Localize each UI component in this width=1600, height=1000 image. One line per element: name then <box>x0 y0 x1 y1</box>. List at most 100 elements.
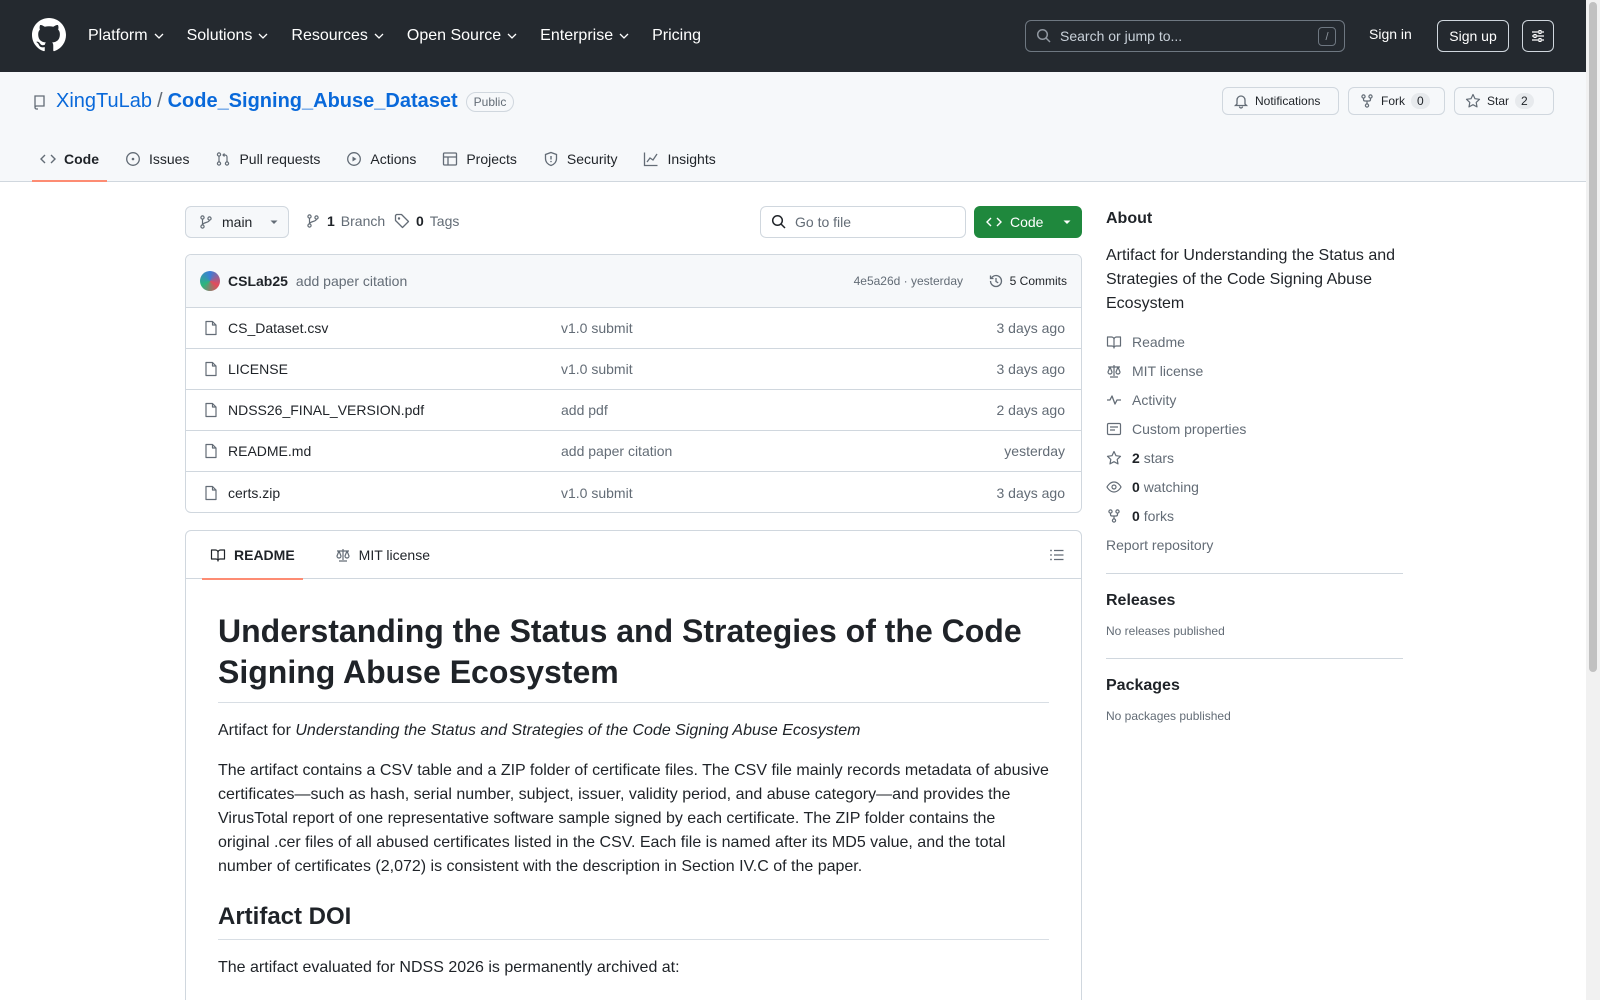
nav-resources[interactable]: Resources <box>291 27 384 45</box>
nav-solutions[interactable]: Solutions <box>187 27 269 45</box>
notifications-button[interactable]: Notifications <box>1222 87 1339 115</box>
file-name[interactable]: CS_Dataset.csv <box>228 320 328 336</box>
report-repository-link[interactable]: Report repository <box>1106 537 1403 553</box>
watching-count: 0 <box>1132 478 1140 495</box>
tab-insights[interactable]: Insights <box>635 136 723 182</box>
caret-down-icon <box>1063 220 1071 224</box>
chevron-down-icon <box>154 33 164 39</box>
activity-link[interactable]: Activity <box>1106 390 1403 409</box>
latest-commit: CSLab25 add paper citation 4e5a26d · yes… <box>186 255 1081 308</box>
stars-link[interactable]: 2 stars <box>1106 448 1403 467</box>
tab-security[interactable]: Security <box>535 136 626 182</box>
scrollbar-thumb[interactable] <box>1589 2 1597 672</box>
tab-issues[interactable]: Issues <box>117 136 197 182</box>
commit-hash-time[interactable]: 4e5a26d · yesterday <box>854 274 963 288</box>
commit-author[interactable]: CSLab25 <box>228 273 288 289</box>
file-icon <box>205 320 217 336</box>
commit-message[interactable]: add paper citation <box>296 273 407 289</box>
nav-open-source[interactable]: Open Source <box>407 27 517 45</box>
nav-label: Solutions <box>186 27 253 44</box>
repo-title: XingTuLab / Code_Signing_Abuse_Dataset P… <box>32 90 515 113</box>
sliders-icon <box>1532 30 1544 42</box>
file-name[interactable]: certs.zip <box>228 485 280 501</box>
search-placeholder: Search or jump to... <box>1060 28 1183 44</box>
readme-intro: Artifact for Understanding the Status an… <box>218 719 1049 743</box>
tab-pull-requests[interactable]: Pull requests <box>207 136 328 182</box>
book-icon <box>1106 335 1122 349</box>
tab-license[interactable]: MIT license <box>327 531 438 579</box>
search-icon <box>771 214 786 229</box>
readme-title: Understanding the Status and Strategies … <box>218 611 1049 703</box>
file-time: 3 days ago <box>996 320 1066 336</box>
packages-title[interactable]: Packages <box>1106 677 1403 695</box>
branch-icon <box>200 215 212 229</box>
sign-up-button[interactable]: Sign up <box>1437 20 1509 52</box>
fork-icon <box>1361 94 1373 108</box>
file-name[interactable]: README.md <box>228 443 311 459</box>
search-input[interactable]: Search or jump to... / <box>1025 20 1345 52</box>
pull-request-icon <box>217 152 230 166</box>
nav-pricing[interactable]: Pricing <box>652 27 701 45</box>
forks-text: 0 forks <box>1132 508 1174 524</box>
branch-select[interactable]: main <box>185 206 289 238</box>
menu-button[interactable] <box>1522 20 1554 52</box>
license-link[interactable]: MIT license <box>1106 361 1403 380</box>
file-name[interactable]: LICENSE <box>228 361 288 377</box>
file-row[interactable]: CS_Dataset.csv v1.0 submit 3 days ago <box>186 308 1081 349</box>
branch-name: main <box>222 214 253 230</box>
tags-link[interactable]: 0 Tags <box>394 213 459 229</box>
github-logo-icon[interactable] <box>32 18 66 52</box>
file-commit-message[interactable]: v1.0 submit <box>561 361 633 377</box>
file-commit-message[interactable]: add pdf <box>561 402 608 418</box>
eye-icon <box>1106 480 1122 493</box>
tab-actions[interactable]: Actions <box>338 136 424 182</box>
shield-icon <box>544 151 558 167</box>
repo-owner-link[interactable]: XingTuLab <box>56 90 152 113</box>
go-to-file-placeholder: Go to file <box>795 214 852 230</box>
sign-in-link[interactable]: Sign in <box>1369 26 1412 42</box>
avatar[interactable] <box>200 271 220 291</box>
file-commit-message[interactable]: v1.0 submit <box>561 485 633 501</box>
list-icon[interactable] <box>1049 547 1065 563</box>
pulse-icon <box>1107 394 1121 405</box>
tab-readme[interactable]: README <box>202 531 303 580</box>
chevron-down-icon <box>258 33 268 39</box>
tag-icon <box>394 213 410 229</box>
search-shortcut-key: / <box>1318 27 1336 46</box>
bell-icon <box>1233 95 1249 109</box>
file-row[interactable]: NDSS26_FINAL_VERSION.pdf add pdf 2 days … <box>186 390 1081 431</box>
code-button[interactable]: Code <box>974 206 1082 238</box>
watching-link[interactable]: 0 watching <box>1106 477 1403 496</box>
history-icon <box>989 274 1002 288</box>
file-commit-message[interactable]: add paper citation <box>561 443 672 459</box>
file-commit-message[interactable]: v1.0 submit <box>561 320 633 336</box>
watching-text: 0 watching <box>1132 479 1199 495</box>
nav-enterprise[interactable]: Enterprise <box>540 27 629 45</box>
releases-title[interactable]: Releases <box>1106 592 1403 610</box>
commits-link[interactable]: 5 Commits <box>988 273 1067 289</box>
star-button[interactable]: Star 2 <box>1454 87 1554 115</box>
branches-link[interactable]: 1 Branch <box>305 213 385 229</box>
fork-count: 0 <box>1411 93 1430 109</box>
commits-count: 5 Commits <box>1009 274 1067 288</box>
custom-properties-link[interactable]: Custom properties <box>1106 419 1403 438</box>
nav-platform[interactable]: Platform <box>88 27 164 45</box>
go-to-file-input[interactable]: Go to file <box>760 206 966 238</box>
file-icon <box>205 402 217 418</box>
page-scrollbar[interactable] <box>1586 0 1600 1000</box>
tab-code[interactable]: Code <box>32 136 107 182</box>
readme-heading-doi: Artifact DOI <box>218 903 1049 940</box>
law-icon <box>1107 364 1121 378</box>
file-icon <box>205 361 217 377</box>
forks-link[interactable]: 0 forks <box>1106 506 1403 525</box>
about-description: Artifact for Understanding the Status an… <box>1106 247 1396 312</box>
file-name[interactable]: NDSS26_FINAL_VERSION.pdf <box>228 402 424 418</box>
about-sidebar: About Artifact for Understanding the Sta… <box>1106 210 1403 723</box>
file-row[interactable]: certs.zip v1.0 submit 3 days ago <box>186 472 1081 512</box>
readme-link[interactable]: Readme <box>1106 332 1403 351</box>
fork-button[interactable]: Fork 0 <box>1348 87 1445 115</box>
file-row[interactable]: README.md add paper citation yesterday <box>186 431 1081 472</box>
file-row[interactable]: LICENSE v1.0 submit 3 days ago <box>186 349 1081 390</box>
repo-name-link[interactable]: Code_Signing_Abuse_Dataset <box>168 90 458 113</box>
tab-projects[interactable]: Projects <box>434 136 525 182</box>
